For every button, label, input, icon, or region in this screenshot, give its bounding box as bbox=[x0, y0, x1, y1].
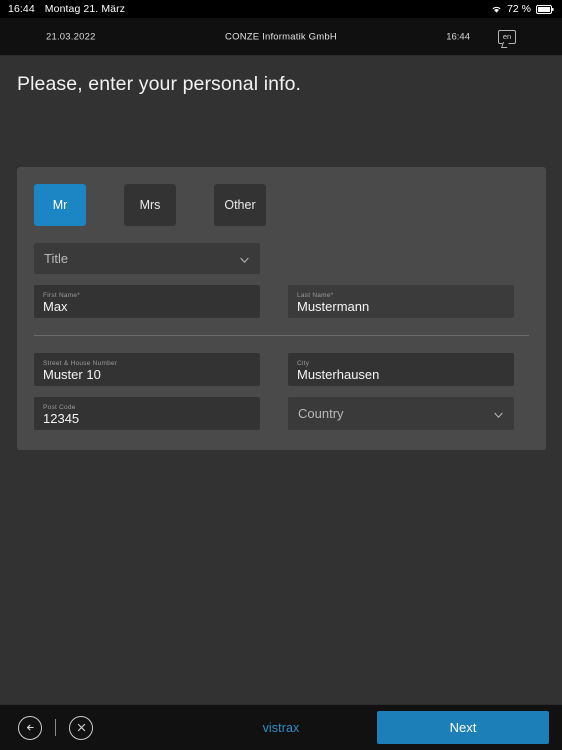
first-name-column: First Name* Max bbox=[34, 285, 260, 318]
title-select[interactable]: Title bbox=[34, 243, 260, 274]
first-name-value: Max bbox=[43, 299, 68, 315]
next-button[interactable]: Next bbox=[377, 711, 549, 744]
last-name-column: Last Name* Mustermann bbox=[288, 285, 514, 318]
first-name-field[interactable]: First Name* Max bbox=[34, 285, 260, 318]
post-code-label: Post Code bbox=[43, 403, 76, 411]
header-company-name: CONZE Informatik GmbH bbox=[225, 31, 337, 42]
personal-info-form-panel: Mr Mrs Other Title First Name* Max Last … bbox=[17, 167, 546, 450]
country-select-value: Country bbox=[298, 406, 344, 421]
chevron-down-icon bbox=[240, 257, 249, 263]
post-code-field[interactable]: Post Code 12345 bbox=[34, 397, 260, 430]
address-row: Street & House Number Muster 10 City Mus… bbox=[34, 353, 529, 386]
title-column: Title bbox=[34, 243, 260, 274]
app-header: 21.03.2022 CONZE Informatik GmbH 16:44 e… bbox=[0, 18, 562, 56]
post-code-value: 12345 bbox=[43, 411, 80, 427]
language-code-label: en bbox=[502, 31, 512, 41]
city-value: Musterhausen bbox=[297, 367, 380, 383]
city-column: City Musterhausen bbox=[288, 353, 514, 386]
last-name-field[interactable]: Last Name* Mustermann bbox=[288, 285, 514, 318]
back-button[interactable] bbox=[18, 715, 42, 740]
language-switch-button[interactable]: en bbox=[496, 26, 518, 48]
salutation-option-mr[interactable]: Mr bbox=[34, 184, 86, 226]
street-value: Muster 10 bbox=[43, 367, 101, 383]
country-select[interactable]: Country bbox=[288, 397, 514, 430]
salutation-option-other-label: Other bbox=[224, 198, 256, 212]
status-clock: 16:44 bbox=[8, 3, 35, 15]
title-select-value: Title bbox=[44, 251, 69, 266]
title-row-spacer bbox=[288, 243, 514, 274]
wifi-icon bbox=[492, 6, 501, 13]
name-row: First Name* Max Last Name* Mustermann bbox=[34, 285, 529, 318]
post-code-column: Post Code 12345 bbox=[34, 397, 260, 430]
street-column: Street & House Number Muster 10 bbox=[34, 353, 260, 386]
battery-percent: 72 % bbox=[507, 3, 531, 15]
chevron-down-icon bbox=[494, 412, 503, 418]
speech-bubble-icon: en bbox=[498, 29, 516, 44]
page-title: Please, enter your personal info. bbox=[17, 73, 302, 95]
city-label: City bbox=[297, 359, 310, 367]
status-date: Montag 21. März bbox=[44, 3, 126, 15]
salutation-button-group: Mr Mrs Other bbox=[34, 184, 529, 226]
city-field[interactable]: City Musterhausen bbox=[288, 353, 514, 386]
next-button-label: Next bbox=[449, 720, 477, 735]
salutation-option-other[interactable]: Other bbox=[214, 184, 266, 226]
country-column: Country bbox=[288, 397, 514, 430]
arrow-left-circle-icon bbox=[26, 724, 34, 731]
page-content: Please, enter your personal info. Mr Mrs… bbox=[0, 56, 562, 704]
close-circle-icon bbox=[77, 723, 85, 732]
header-time: 16:44 bbox=[446, 31, 470, 42]
last-name-value: Mustermann bbox=[297, 299, 370, 315]
last-name-label: Last Name* bbox=[297, 291, 334, 299]
title-row: Title bbox=[34, 243, 529, 274]
salutation-option-mr-label: Mr bbox=[52, 198, 68, 212]
bottom-action-bar: vistrax Next bbox=[0, 704, 562, 750]
salutation-option-mrs[interactable]: Mrs bbox=[124, 184, 176, 226]
salutation-option-mrs-label: Mrs bbox=[139, 198, 161, 212]
street-field[interactable]: Street & House Number Muster 10 bbox=[34, 353, 260, 386]
cancel-button[interactable] bbox=[69, 715, 93, 740]
os-status-bar: 16:44 Montag 21. März 72 % bbox=[0, 0, 562, 18]
bottom-bar-divider bbox=[55, 719, 56, 736]
street-label: Street & House Number bbox=[43, 359, 118, 367]
app-screen: 16:44 Montag 21. März 72 % 21.03.2022 CO… bbox=[0, 0, 562, 750]
battery-icon bbox=[536, 4, 554, 14]
postcode-country-row: Post Code 12345 Country bbox=[34, 397, 529, 430]
section-divider bbox=[34, 335, 529, 336]
status-indicators: 72 % bbox=[491, 3, 554, 15]
first-name-label: First Name* bbox=[43, 291, 81, 299]
